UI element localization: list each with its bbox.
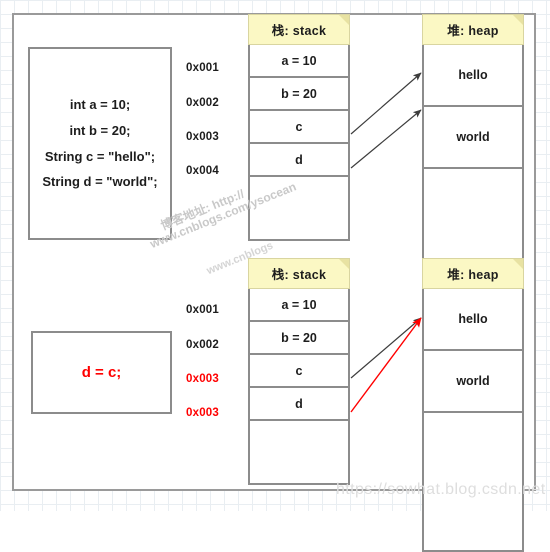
stack-block-top: 栈: stack a = 10 b = 20 c d [248,14,350,241]
heap-row-hello: hello [424,289,522,351]
code-line: String d = "world"; [42,174,158,190]
stack-table-top: a = 10 b = 20 c d [248,45,350,241]
stack-row-empty [250,177,348,239]
stack-block-bottom: 栈: stack a = 10 b = 20 c d [248,258,350,485]
address-label-0x001-top: 0x001 [186,62,219,74]
stack-header-top: 栈: stack [248,14,350,45]
stack-header-bottom: 栈: stack [248,258,350,289]
heap-row-world: world [424,351,522,413]
stack-row-b: b = 20 [250,322,348,355]
stack-row-d: d [250,144,348,177]
address-label-0x003-c: 0x003 [186,373,219,385]
watermark-csdn: https://sowhat.blog.csdn.net [336,481,546,498]
code-box-assignment: d = c; [31,331,172,414]
heap-block-bottom: 堆: heap hello world [422,258,524,552]
code-line: String c = "hello"; [44,148,156,164]
stack-row-a: a = 10 [250,289,348,322]
heap-header-top: 堆: heap [422,14,524,45]
address-label-0x003-d: 0x003 [186,407,219,419]
stack-table-bottom: a = 10 b = 20 c d [248,289,350,485]
heap-row-hello: hello [424,45,522,107]
stack-row-c: c [250,355,348,388]
stack-row-empty [250,421,348,483]
address-label-0x001-bottom: 0x001 [186,304,219,316]
stack-row-c: c [250,111,348,144]
code-line-assignment: d = c; [81,363,122,381]
address-label-0x004-top: 0x004 [186,165,219,177]
stack-row-b: b = 20 [250,78,348,111]
stack-row-d: d [250,388,348,421]
heap-row-world: world [424,107,522,169]
heap-table-bottom: hello world [422,289,524,552]
code-line: int a = 10; [69,97,131,113]
address-label-0x003-top: 0x003 [186,131,219,143]
code-line: int b = 20; [69,122,131,138]
stack-row-a: a = 10 [250,45,348,78]
heap-header-bottom: 堆: heap [422,258,524,289]
address-label-0x002-bottom: 0x002 [186,339,219,351]
address-label-0x002-top: 0x002 [186,97,219,109]
code-box-declarations: int a = 10; int b = 20; String c = "hell… [28,47,172,240]
